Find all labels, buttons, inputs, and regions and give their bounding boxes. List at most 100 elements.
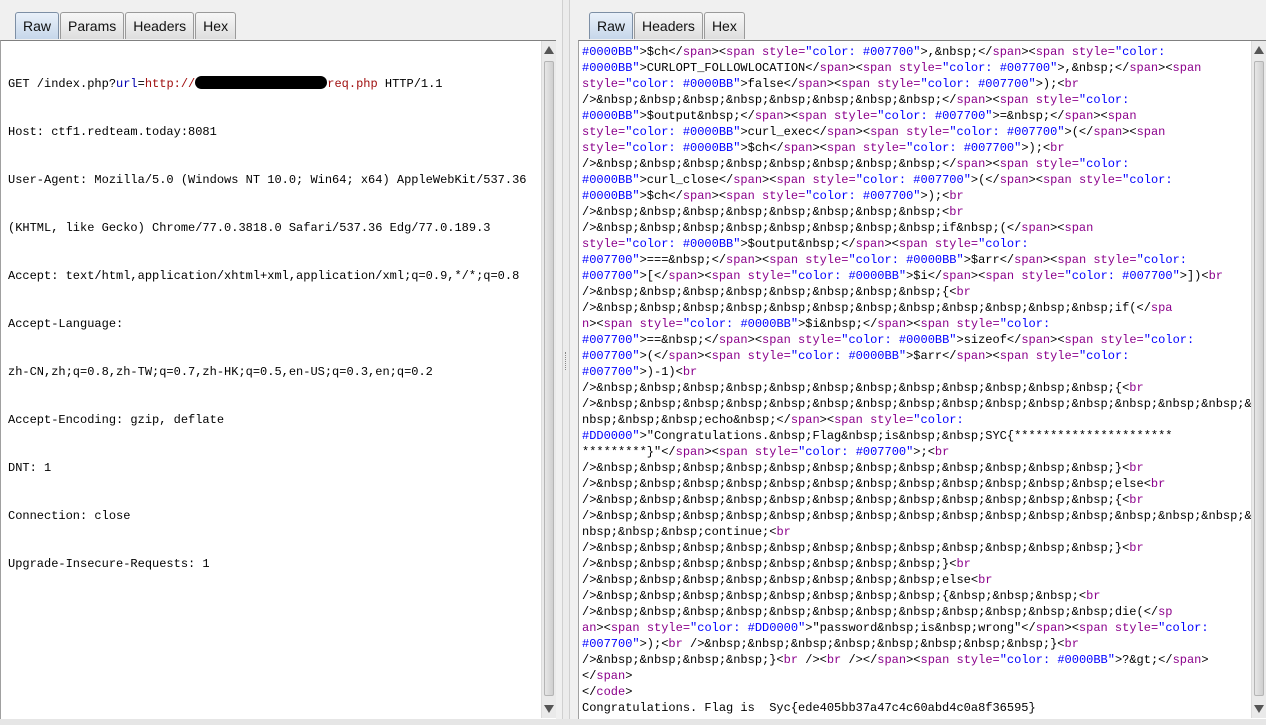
tab-hex[interactable]: Hex [195, 12, 237, 39]
code-token: >< [1028, 173, 1043, 187]
code-token: span [826, 125, 856, 139]
request-text[interactable]: GET /index.php?url=http:// req.php HTTP/1… [8, 44, 536, 604]
code-token: br [668, 637, 683, 651]
code-token: span [920, 317, 950, 331]
pane-splitter[interactable] [562, 0, 570, 725]
code-token: >< [783, 109, 799, 123]
code-token: span [682, 45, 712, 59]
code-token: br [1129, 461, 1144, 475]
response-line: />&nbsp;&nbsp;&nbsp;&nbsp;&nbsp;&nbsp;&n… [582, 380, 1246, 396]
code-token: >< [1093, 109, 1108, 123]
code-token: span [682, 189, 712, 203]
code-token: br [783, 653, 799, 667]
header-line: User-Agent: Mozilla/5.0 (Windows NT 10.0… [8, 173, 527, 187]
code-token: >CURLOPT_FOLLOWLOCATION</ [639, 61, 820, 75]
code-token: #007700" [582, 365, 640, 379]
code-token: >(</ [1064, 125, 1094, 139]
code-token: style= [805, 173, 856, 187]
code-token: span [1172, 61, 1202, 75]
tab-headers[interactable]: Headers [634, 12, 703, 39]
request-scrollbar[interactable] [541, 41, 556, 718]
code-token: style= [740, 269, 791, 283]
response-line: />&nbsp;&nbsp;&nbsp;&nbsp;&nbsp;&nbsp;&n… [582, 300, 1246, 316]
code-token: an [582, 621, 597, 635]
response-line: />&nbsp;&nbsp;&nbsp;&nbsp;&nbsp;&nbsp;&n… [582, 492, 1246, 508]
code-token: style= [582, 141, 626, 155]
response-line: />&nbsp;&nbsp;&nbsp;&nbsp;&nbsp;&nbsp;&n… [582, 220, 1246, 236]
code-token: >curl_exec</ [740, 125, 827, 139]
code-token: span [834, 413, 863, 427]
request-editor[interactable]: GET /index.php?url=http:// req.php HTTP/1… [0, 40, 556, 719]
response-line: #007700">[</span><span style="color: #00… [582, 268, 1246, 284]
response-line: />&nbsp;&nbsp;&nbsp;&nbsp;&nbsp;&nbsp;&n… [582, 204, 1246, 220]
code-token: br [682, 365, 698, 379]
code-token: style= [740, 349, 791, 363]
header-line: (KHTML, like Gecko) Chrome/77.0.3818.0 S… [8, 221, 491, 235]
code-token: >(</ [639, 349, 669, 363]
response-body[interactable]: #0000BB">$ch</span><span style="color: #… [582, 44, 1252, 716]
scroll-down-arrow-icon[interactable] [1254, 705, 1264, 713]
code-token: span [819, 61, 849, 75]
response-line: />&nbsp;&nbsp;&nbsp;&nbsp;&nbsp;&nbsp;&n… [582, 556, 1246, 572]
code-token: >)-1)< [639, 365, 683, 379]
code-token: span [877, 317, 907, 331]
scroll-down-arrow-icon[interactable] [544, 705, 554, 713]
code-token: "color: #0000BB" [625, 141, 741, 155]
scroll-up-arrow-icon[interactable] [544, 46, 554, 54]
code-token: >);< [639, 637, 669, 651]
response-line: #007700">(</span><span style="color: #00… [582, 348, 1246, 364]
code-token: "color: #007700" [855, 173, 971, 187]
response-line: />&nbsp;&nbsp;&nbsp;&nbsp;&nbsp;&nbsp;&n… [582, 460, 1246, 476]
code-token: span [1064, 333, 1094, 347]
code-token: >==&nbsp;</ [639, 333, 719, 347]
code-token: >$ch</ [639, 45, 683, 59]
response-scrollbar[interactable] [1251, 41, 1266, 718]
code-token: />&nbsp;&nbsp;&nbsp;&nbsp;&nbsp;&nbsp;&n… [582, 461, 1130, 475]
response-line: />&nbsp;&nbsp;&nbsp;&nbsp;}<br /><br /><… [582, 652, 1246, 668]
code-token: span [726, 189, 755, 203]
code-token: span [1107, 109, 1137, 123]
code-token: br [949, 205, 964, 219]
code-token: />&nbsp;&nbsp;&nbsp;&nbsp;&nbsp;&nbsp;&n… [582, 157, 957, 171]
code-token: >$ch</ [740, 141, 784, 155]
code-token: nbsp;&nbsp;&nbsp;continue;< [582, 525, 777, 539]
code-token: "color: #0000BB" [790, 269, 907, 283]
code-token: />&nbsp;&nbsp;&nbsp;&nbsp;&nbsp;&nbsp;&n… [582, 477, 1151, 491]
response-editor[interactable]: #0000BB">$ch</span><span style="color: #… [578, 40, 1266, 719]
code-token: "color: [913, 413, 964, 427]
code-token: span [603, 317, 633, 331]
response-line: style="color: #0000BB">$output&nbsp;</sp… [582, 236, 1246, 252]
code-token: span [855, 237, 885, 251]
header-line: Upgrade-Insecure-Requests: 1 [8, 557, 210, 571]
scroll-thumb[interactable] [544, 61, 554, 696]
header-line: zh-CN,zh;q=0.8,zh-TW;q=0.7,zh-HK;q=0.5,e… [8, 365, 433, 379]
code-token: span [1129, 61, 1159, 75]
code-token: style= [1107, 621, 1159, 635]
code-token: "color: [1143, 333, 1195, 347]
code-token: span [711, 269, 741, 283]
code-token: #DD0000" [582, 429, 640, 443]
code-token: "color: #007700" [949, 125, 1065, 139]
code-token: >< [985, 349, 1000, 363]
tab-hex[interactable]: Hex [703, 12, 745, 39]
code-token: >< [1050, 221, 1065, 235]
scroll-thumb[interactable] [1254, 61, 1264, 696]
code-token: style= [1028, 349, 1079, 363]
redaction-mark [195, 76, 328, 89]
code-token: span [870, 125, 899, 139]
response-line: style="color: #0000BB">false</span><span… [582, 76, 1246, 92]
code-token: />&nbsp;&nbsp;&nbsp;&nbsp;&nbsp;&nbsp;&n… [582, 557, 957, 571]
code-token: span [999, 349, 1029, 363]
code-token: />&nbsp;&nbsp;&nbsp;&nbsp;&nbsp;&nbsp;&n… [582, 573, 979, 587]
code-token: "color: #0000BB" [682, 317, 799, 331]
code-token: "color: #007700" [1064, 269, 1180, 283]
tab-raw[interactable]: Raw [15, 12, 60, 39]
scroll-up-arrow-icon[interactable] [1254, 46, 1264, 54]
tab-params[interactable]: Params [60, 12, 125, 39]
tab-raw[interactable]: Raw [589, 12, 634, 39]
code-token: br [1129, 541, 1144, 555]
code-token: >< [754, 253, 770, 267]
code-token: >< [812, 141, 827, 155]
code-token: />&nbsp;&nbsp;&nbsp;&nbsp;&nbsp;&nbsp;&n… [582, 589, 1087, 603]
tab-headers[interactable]: Headers [125, 12, 195, 39]
